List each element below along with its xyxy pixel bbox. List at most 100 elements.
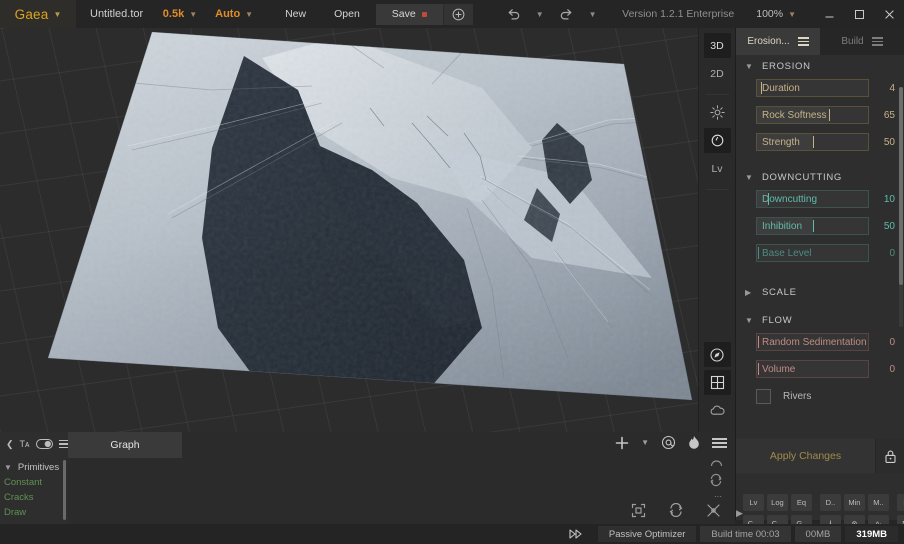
- chevron-down-icon[interactable]: ▼: [641, 438, 649, 447]
- category-primitives[interactable]: ▼ Primitives: [0, 456, 68, 475]
- node-scatter-icon[interactable]: [706, 503, 721, 518]
- slider-duration[interactable]: Duration: [756, 79, 869, 97]
- port-button[interactable]: Log: [767, 494, 788, 511]
- menu-icon[interactable]: [798, 37, 809, 46]
- port-button[interactable]: Min: [844, 494, 865, 511]
- param-value[interactable]: 0: [869, 364, 895, 375]
- port-button[interactable]: Eq: [791, 494, 812, 511]
- fit-view-icon[interactable]: [631, 503, 646, 518]
- fast-forward-icon[interactable]: [557, 529, 598, 539]
- redo-history-dropdown[interactable]: ▼: [583, 8, 603, 21]
- param-strength[interactable]: Strength 50: [756, 133, 895, 151]
- node-item-constant[interactable]: Constant: [0, 475, 68, 490]
- terrain-render[interactable]: [12, 28, 692, 432]
- resolution-label: 0.5k: [163, 8, 184, 20]
- param-value[interactable]: 0: [869, 248, 895, 259]
- param-random-sedimentation[interactable]: Random Sedimentation 0: [756, 333, 895, 351]
- close-button[interactable]: [874, 0, 904, 28]
- build-mode-dropdown[interactable]: Auto ▼: [215, 8, 253, 20]
- add-node-icon[interactable]: [615, 436, 629, 450]
- zoom-dropdown[interactable]: 100% ▼: [756, 8, 796, 20]
- rivers-checkbox[interactable]: [756, 389, 771, 404]
- properties-scrollbar[interactable]: [899, 87, 903, 327]
- menu-icon[interactable]: [712, 438, 727, 448]
- minimize-button[interactable]: [814, 0, 844, 28]
- maximize-button[interactable]: [844, 0, 874, 28]
- undo-arc-icon[interactable]: [710, 460, 723, 468]
- param-value[interactable]: 0: [869, 337, 895, 348]
- port-button[interactable]: M..: [868, 494, 889, 511]
- slider-base-level[interactable]: Base Level: [756, 244, 869, 262]
- at-icon[interactable]: [661, 435, 676, 450]
- slider-volume[interactable]: Volume: [756, 360, 869, 378]
- library-scrollbar-thumb[interactable]: [63, 460, 66, 520]
- slider-downcutting[interactable]: Downcutting: [756, 190, 869, 208]
- new-button[interactable]: New: [271, 3, 320, 25]
- lock-icon[interactable]: [875, 439, 904, 473]
- param-label: Rock Softness: [762, 107, 866, 124]
- flame-icon[interactable]: [688, 435, 700, 450]
- node-item-cracks[interactable]: Cracks: [0, 490, 68, 505]
- passive-optimizer-chip[interactable]: Passive Optimizer: [598, 526, 697, 542]
- dots-icon[interactable]: ⋯: [714, 492, 723, 501]
- grid-icon[interactable]: [704, 370, 731, 395]
- sphere-icon[interactable]: [704, 128, 731, 153]
- node-item-draw[interactable]: Draw: [0, 505, 68, 520]
- param-rivers[interactable]: Rivers: [756, 387, 895, 404]
- scrollbar-thumb[interactable]: [899, 87, 903, 285]
- menu-icon[interactable]: [872, 37, 883, 46]
- collapse-icon[interactable]: ❮: [6, 439, 14, 450]
- port-button[interactable]: I...: [897, 494, 904, 511]
- save-button[interactable]: Save: [376, 4, 443, 25]
- slider-random-sedimentation[interactable]: Random Sedimentation: [756, 333, 869, 351]
- chevron-right-icon[interactable]: ▶: [736, 508, 743, 519]
- viewport-3d[interactable]: [0, 28, 698, 432]
- param-volume[interactable]: Volume 0: [756, 360, 895, 378]
- toggle-icon[interactable]: [36, 439, 53, 449]
- undo-button[interactable]: [499, 6, 528, 23]
- param-value[interactable]: 50: [869, 221, 895, 232]
- build-mode-label: Auto: [215, 8, 240, 20]
- param-value[interactable]: 65: [869, 110, 895, 121]
- apply-changes-button[interactable]: Apply Changes: [736, 439, 875, 473]
- param-value[interactable]: 50: [869, 137, 895, 148]
- redo-button[interactable]: [552, 6, 581, 23]
- slider-strength[interactable]: Strength: [756, 133, 869, 151]
- cloud-icon[interactable]: [704, 398, 731, 423]
- port-button[interactable]: D..: [820, 494, 841, 511]
- slider-cursor: [758, 336, 759, 348]
- sphere-glyph: [710, 133, 725, 148]
- undo-history-dropdown[interactable]: ▼: [530, 8, 550, 21]
- open-button[interactable]: Open: [320, 3, 374, 25]
- tab-erosion[interactable]: Erosion...: [736, 28, 820, 55]
- section-header-erosion[interactable]: ▼ EROSION: [736, 55, 904, 77]
- section-header-downcutting[interactable]: ▼ DOWNCUTTING: [736, 166, 904, 188]
- param-duration[interactable]: Duration 4: [756, 79, 895, 97]
- slider-inhibition[interactable]: Inhibition: [756, 217, 869, 235]
- section-header-scale[interactable]: ▶ SCALE: [736, 281, 904, 303]
- compass-icon[interactable]: [704, 342, 731, 367]
- view-3d-button[interactable]: 3D: [704, 33, 731, 58]
- port-button[interactable]: Lv: [743, 494, 764, 511]
- cycle-icon[interactable]: [668, 503, 684, 518]
- param-value[interactable]: 10: [869, 194, 895, 205]
- light-icon[interactable]: [704, 100, 731, 125]
- slider-rock-softness[interactable]: Rock Softness: [756, 106, 869, 124]
- param-base-level[interactable]: Base Level 0: [756, 244, 895, 262]
- param-downcutting[interactable]: Downcutting 10: [756, 190, 895, 208]
- param-rock-softness[interactable]: Rock Softness 65: [756, 106, 895, 124]
- section-header-flow[interactable]: ▼ FLOW: [736, 309, 904, 331]
- text-icon[interactable]: Tᴀ: [20, 439, 30, 449]
- param-label: Inhibition: [762, 218, 866, 235]
- param-inhibition[interactable]: Inhibition 50: [756, 217, 895, 235]
- param-value[interactable]: 4: [869, 83, 895, 94]
- slider-cursor: [758, 363, 759, 375]
- loop-icon[interactable]: [709, 473, 723, 487]
- brand-menu-button[interactable]: Gaea ▼: [0, 0, 76, 28]
- resolution-dropdown[interactable]: 0.5k ▼: [163, 8, 197, 20]
- tab-build[interactable]: Build: [820, 28, 904, 55]
- view-2d-button[interactable]: 2D: [704, 61, 731, 86]
- save-as-button[interactable]: [443, 4, 473, 25]
- tab-graph[interactable]: Graph: [68, 432, 182, 458]
- level-button[interactable]: Lv: [704, 156, 731, 181]
